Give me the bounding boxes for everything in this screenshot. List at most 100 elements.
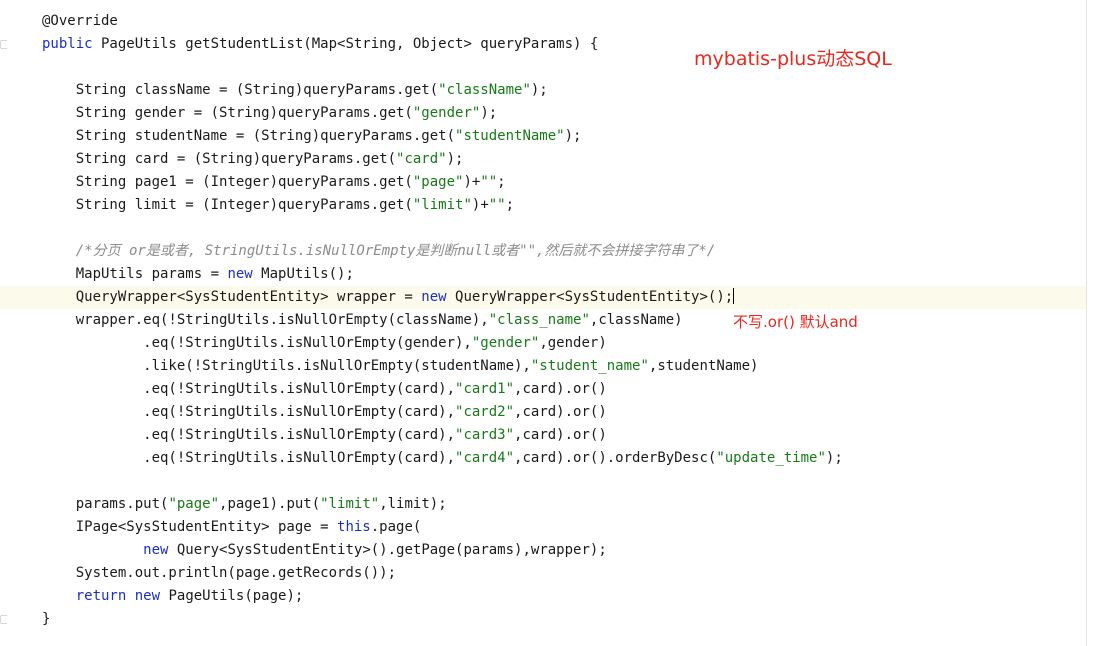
code-token: ,page1).put( bbox=[219, 496, 321, 512]
code-token: ,limit); bbox=[379, 496, 447, 512]
string-token: "card" bbox=[396, 151, 447, 167]
code-token: .page( bbox=[370, 519, 422, 535]
code-line[interactable]: params.put("page",page1).put("limit",lim… bbox=[42, 493, 447, 516]
code-token: ); bbox=[446, 151, 464, 167]
code-token: ,card).or().orderByDesc( bbox=[514, 450, 717, 466]
code-line[interactable]: @Override bbox=[42, 10, 118, 33]
code-line[interactable]: IPage<SysStudentEntity> page = this.page… bbox=[42, 516, 422, 539]
string-token: "page" bbox=[412, 174, 464, 190]
code-token: )+ bbox=[463, 174, 481, 190]
code-line[interactable]: .like(!StringUtils.isNullOrEmpty(student… bbox=[42, 355, 758, 378]
code-token: ,card).or() bbox=[514, 404, 607, 420]
keyword-token: return bbox=[75, 588, 127, 604]
code-token: .eq(!StringUtils.isNullOrEmpty(card), bbox=[42, 404, 456, 420]
string-token: "card2" bbox=[455, 404, 515, 420]
keyword-token: this bbox=[337, 519, 371, 535]
code-line[interactable]: return new PageUtils(page); bbox=[42, 585, 304, 608]
code-token: .eq(!StringUtils.isNullOrEmpty(card), bbox=[42, 427, 456, 443]
code-line[interactable]: public PageUtils getStudentList(Map<Stri… bbox=[42, 33, 598, 56]
keyword-token: new bbox=[421, 289, 447, 305]
code-line[interactable]: /*分页 or是或者, StringUtils.isNullOrEmpty是判断… bbox=[42, 240, 716, 263]
code-token: PageUtils getStudentList(Map<String, Obj… bbox=[92, 36, 599, 52]
string-token: "gender" bbox=[471, 335, 540, 351]
code-line[interactable]: .eq(!StringUtils.isNullOrEmpty(card),"ca… bbox=[42, 447, 843, 470]
code-token: ); bbox=[480, 105, 498, 121]
string-token: "className" bbox=[438, 82, 531, 98]
code-token: ,className) bbox=[589, 312, 683, 328]
keyword-token: new bbox=[134, 588, 161, 604]
code-token: String page1 = (Integer)queryParams.get( bbox=[42, 174, 413, 190]
string-token: "card4" bbox=[455, 450, 515, 466]
code-line[interactable]: .eq(!StringUtils.isNullOrEmpty(card),"ca… bbox=[42, 401, 607, 424]
code-line[interactable]: wrapper.eq(!StringUtils.isNullOrEmpty(cl… bbox=[42, 309, 683, 332]
code-token: .eq(!StringUtils.isNullOrEmpty(card), bbox=[42, 381, 456, 397]
code-token: String card = (String)queryParams.get( bbox=[42, 151, 397, 167]
code-token: String limit = (Integer)queryParams.get( bbox=[42, 197, 413, 213]
code-token: ,gender) bbox=[539, 335, 607, 351]
code-line[interactable]: .eq(!StringUtils.isNullOrEmpty(card),"ca… bbox=[42, 424, 607, 447]
string-token: "" bbox=[488, 197, 506, 213]
code-token: } bbox=[42, 611, 51, 627]
code-line[interactable]: .eq(!StringUtils.isNullOrEmpty(gender),"… bbox=[42, 332, 607, 355]
string-token: "class_name" bbox=[488, 312, 590, 328]
code-token: .like(!StringUtils.isNullOrEmpty(student… bbox=[42, 358, 531, 374]
code-token: PageUtils(page); bbox=[160, 588, 304, 604]
code-token: System.out.println(page.getRecords()); bbox=[42, 565, 397, 581]
code-line[interactable]: System.out.println(page.getRecords()); bbox=[42, 562, 396, 585]
code-token: ); bbox=[564, 128, 582, 144]
code-token: Query<SysStudentEntity>().getPage(params… bbox=[168, 542, 607, 558]
code-line[interactable]: String className = (String)queryParams.g… bbox=[42, 79, 548, 102]
code-token: .eq(!StringUtils.isNullOrEmpty(gender), bbox=[42, 335, 472, 351]
code-token: MapUtils(); bbox=[252, 266, 354, 282]
string-token: "" bbox=[480, 174, 498, 190]
code-token: ); bbox=[530, 82, 548, 98]
keyword-token: new bbox=[143, 542, 169, 558]
code-token: wrapper.eq(!StringUtils.isNullOrEmpty(cl… bbox=[42, 312, 489, 328]
code-line[interactable]: String page1 = (Integer)queryParams.get(… bbox=[42, 171, 506, 194]
code-token: IPage<SysStudentEntity> page = bbox=[42, 519, 338, 535]
fold-marker-icon[interactable] bbox=[0, 40, 7, 49]
string-token: "student_name" bbox=[530, 358, 649, 374]
code-token: QueryWrapper<SysStudentEntity> wrapper = bbox=[42, 289, 422, 305]
string-token: "page" bbox=[168, 496, 220, 512]
code-token: )+ bbox=[471, 197, 489, 213]
right-margin-guide bbox=[1086, 0, 1087, 646]
string-token: "card1" bbox=[455, 381, 515, 397]
string-token: "card3" bbox=[455, 427, 515, 443]
code-editor[interactable]: @Override public PageUtils getStudentList… bbox=[0, 0, 1093, 646]
code-token: MapUtils params = bbox=[42, 266, 228, 282]
code-line[interactable]: MapUtils params = new MapUtils(); bbox=[42, 263, 354, 286]
string-token: "limit" bbox=[412, 197, 472, 213]
code-token: String gender = (String)queryParams.get( bbox=[42, 105, 413, 121]
code-token: String className = (String)queryParams.g… bbox=[42, 82, 439, 98]
code-line[interactable]: new Query<SysStudentEntity>().getPage(pa… bbox=[42, 539, 607, 562]
annotation-title: mybatis-plus动态SQL bbox=[694, 48, 892, 70]
code-line[interactable]: String gender = (String)queryParams.get(… bbox=[42, 102, 497, 125]
comment-token: /*分页 or是或者, StringUtils.isNullOrEmpty是判断… bbox=[42, 243, 716, 259]
string-token: "studentName" bbox=[455, 128, 565, 144]
text-cursor bbox=[733, 288, 735, 304]
keyword-token: public bbox=[42, 36, 93, 52]
string-token: "gender" bbox=[412, 105, 481, 121]
fold-marker-icon[interactable] bbox=[0, 615, 7, 624]
code-line[interactable]: String card = (String)queryParams.get("c… bbox=[42, 148, 464, 171]
code-line[interactable]: } bbox=[42, 608, 50, 631]
code-line[interactable]: String studentName = (String)queryParams… bbox=[42, 125, 582, 148]
code-token: params.put( bbox=[42, 496, 169, 512]
code-line[interactable]: .eq(!StringUtils.isNullOrEmpty(card),"ca… bbox=[42, 378, 607, 401]
code-token: ; bbox=[505, 197, 515, 213]
code-line[interactable]: QueryWrapper<SysStudentEntity> wrapper =… bbox=[42, 286, 735, 309]
annotation-or-note: 不写.or() 默认and bbox=[733, 313, 858, 331]
code-token: ; bbox=[497, 174, 506, 190]
code-token: String studentName = (String)queryParams… bbox=[42, 128, 456, 144]
code-token: ,studentName) bbox=[648, 358, 759, 374]
code-token: ); bbox=[825, 450, 843, 466]
code-token: ,card).or() bbox=[514, 381, 607, 397]
string-token: "limit" bbox=[320, 496, 380, 512]
code-token: @Override bbox=[42, 13, 118, 29]
code-line[interactable]: String limit = (Integer)queryParams.get(… bbox=[42, 194, 514, 217]
code-token: QueryWrapper<SysStudentEntity>(); bbox=[446, 289, 734, 305]
